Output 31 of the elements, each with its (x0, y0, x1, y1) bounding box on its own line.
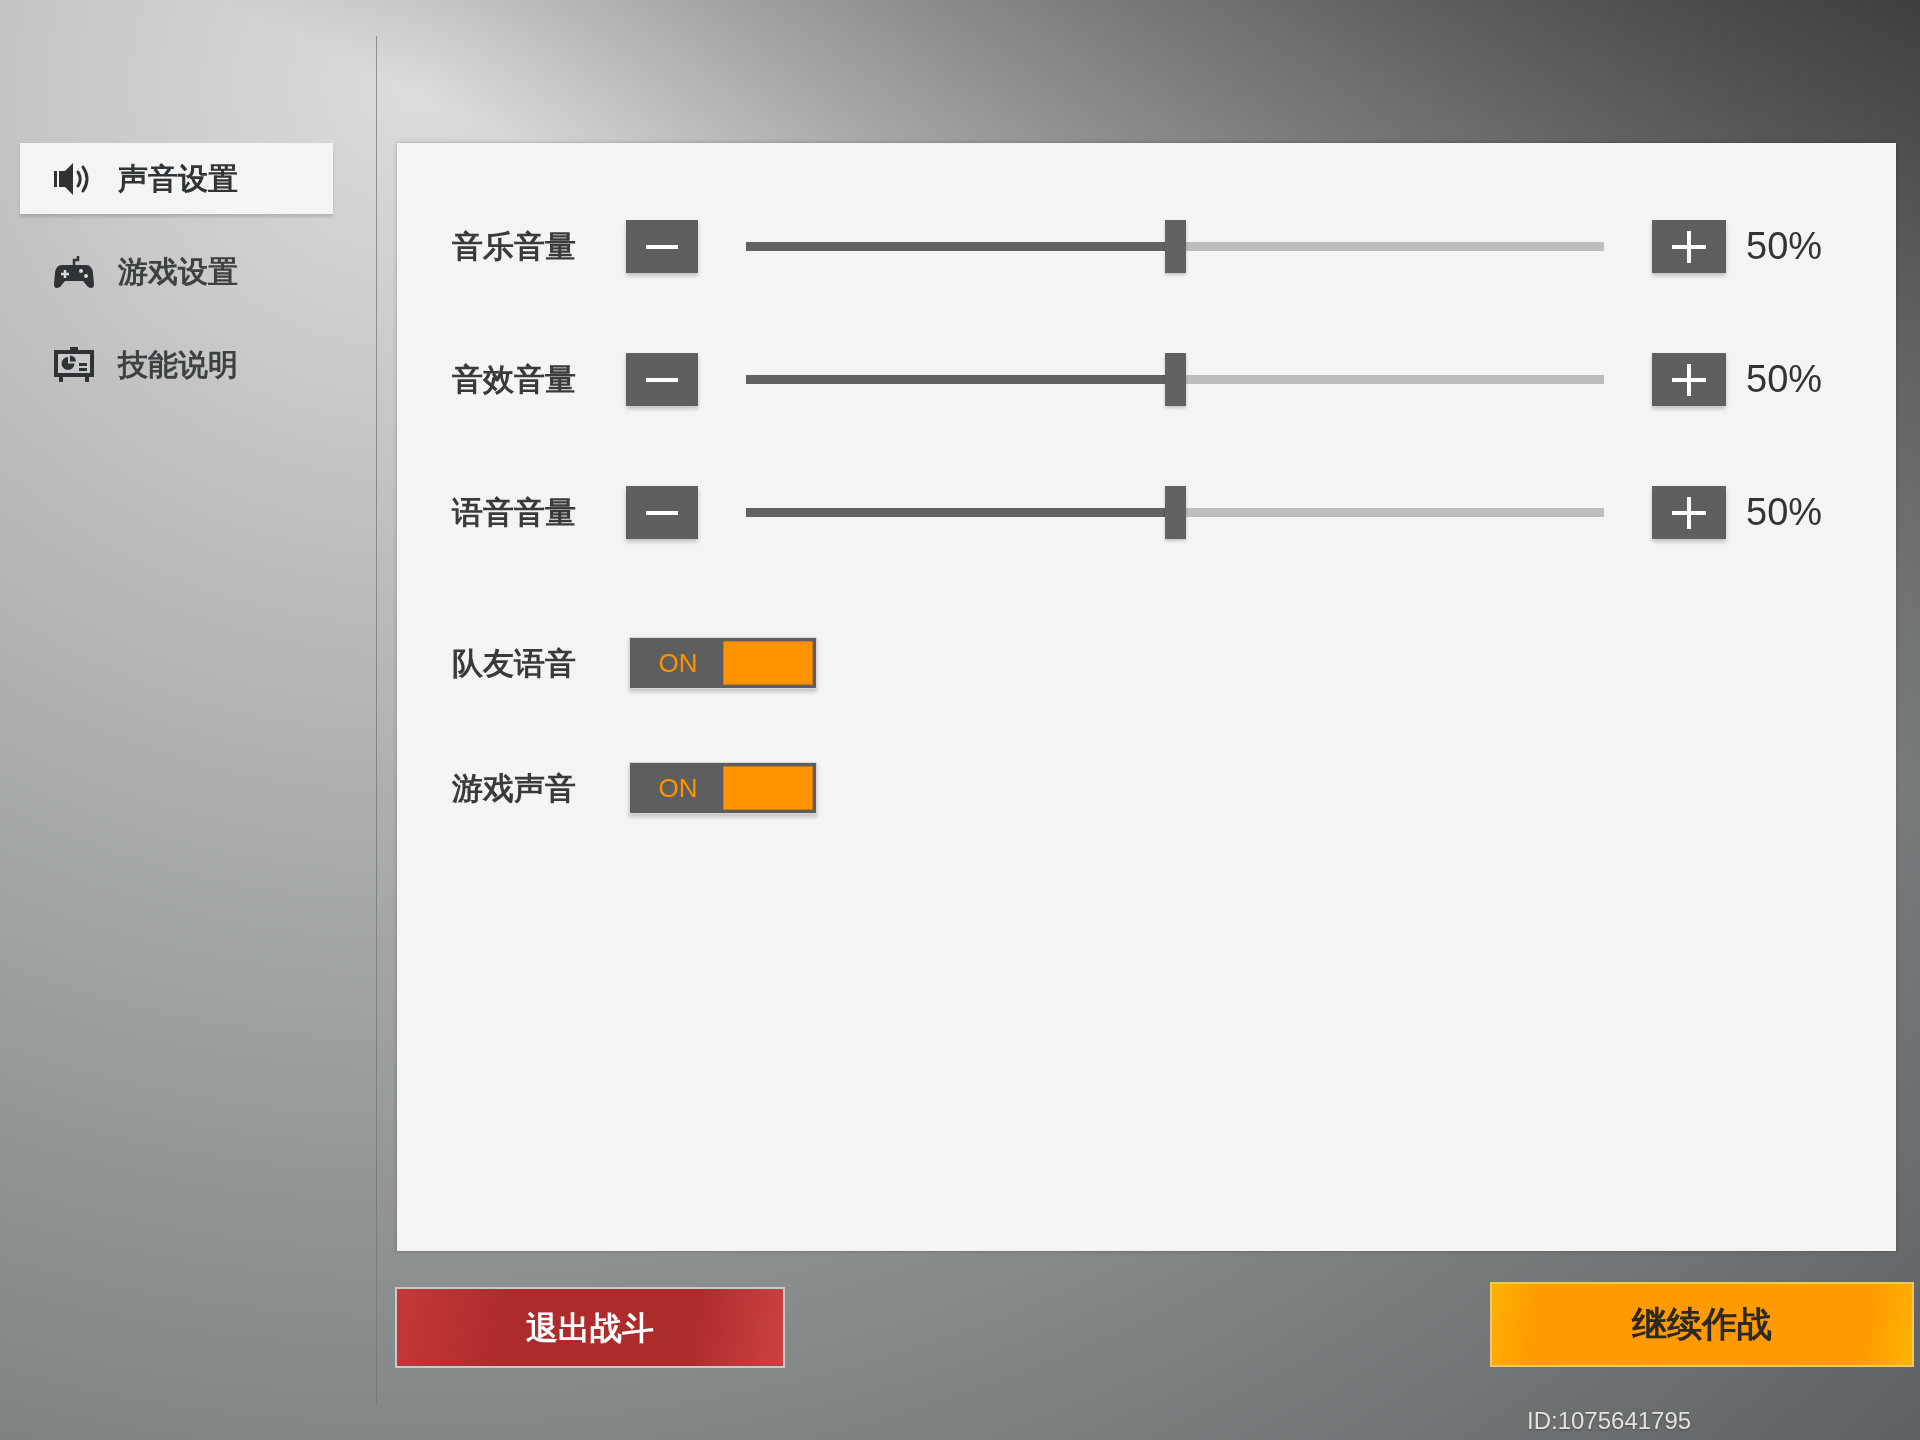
sidebar-tab[interactable]: 技能说明 (20, 329, 333, 400)
decrease-button[interactable] (626, 486, 698, 539)
sidebar-tab[interactable]: 游戏设置 (20, 236, 333, 307)
gamepad-icon (54, 253, 94, 290)
slider-thumb[interactable] (1165, 486, 1186, 539)
player-id-text: ID:1075641795 (1527, 1409, 1692, 1433)
volume-percentage: 50% (1746, 490, 1823, 535)
decrease-button[interactable] (626, 220, 698, 273)
continue-button[interactable]: 继续作战 (1490, 1282, 1914, 1367)
plus-icon (1672, 230, 1706, 263)
toggle-label: 队友语音 (452, 643, 577, 683)
minus-icon (646, 244, 678, 249)
increase-button[interactable] (1652, 220, 1726, 273)
decrease-button[interactable] (626, 353, 698, 406)
slider-thumb[interactable] (1165, 220, 1186, 273)
volume-percentage: 50% (1746, 224, 1823, 269)
exit-button[interactable]: 退出战斗 (395, 1287, 785, 1368)
slider-thumb[interactable] (1165, 353, 1186, 406)
increase-button[interactable] (1652, 353, 1726, 406)
plus-icon (1672, 496, 1706, 529)
volume-label: 音乐音量 (452, 227, 577, 267)
volume-label: 语音音量 (452, 493, 577, 533)
increase-button[interactable] (1652, 486, 1726, 539)
minus-icon (646, 377, 678, 382)
plus-icon (1672, 363, 1706, 396)
volume-label: 音效音量 (452, 360, 577, 400)
volume-percentage: 50% (1746, 357, 1823, 402)
sidebar-tab[interactable]: 声音设置 (20, 143, 333, 214)
chart-board-icon (54, 346, 94, 383)
toggle-label: 游戏声音 (452, 768, 577, 808)
minus-icon (646, 510, 678, 515)
